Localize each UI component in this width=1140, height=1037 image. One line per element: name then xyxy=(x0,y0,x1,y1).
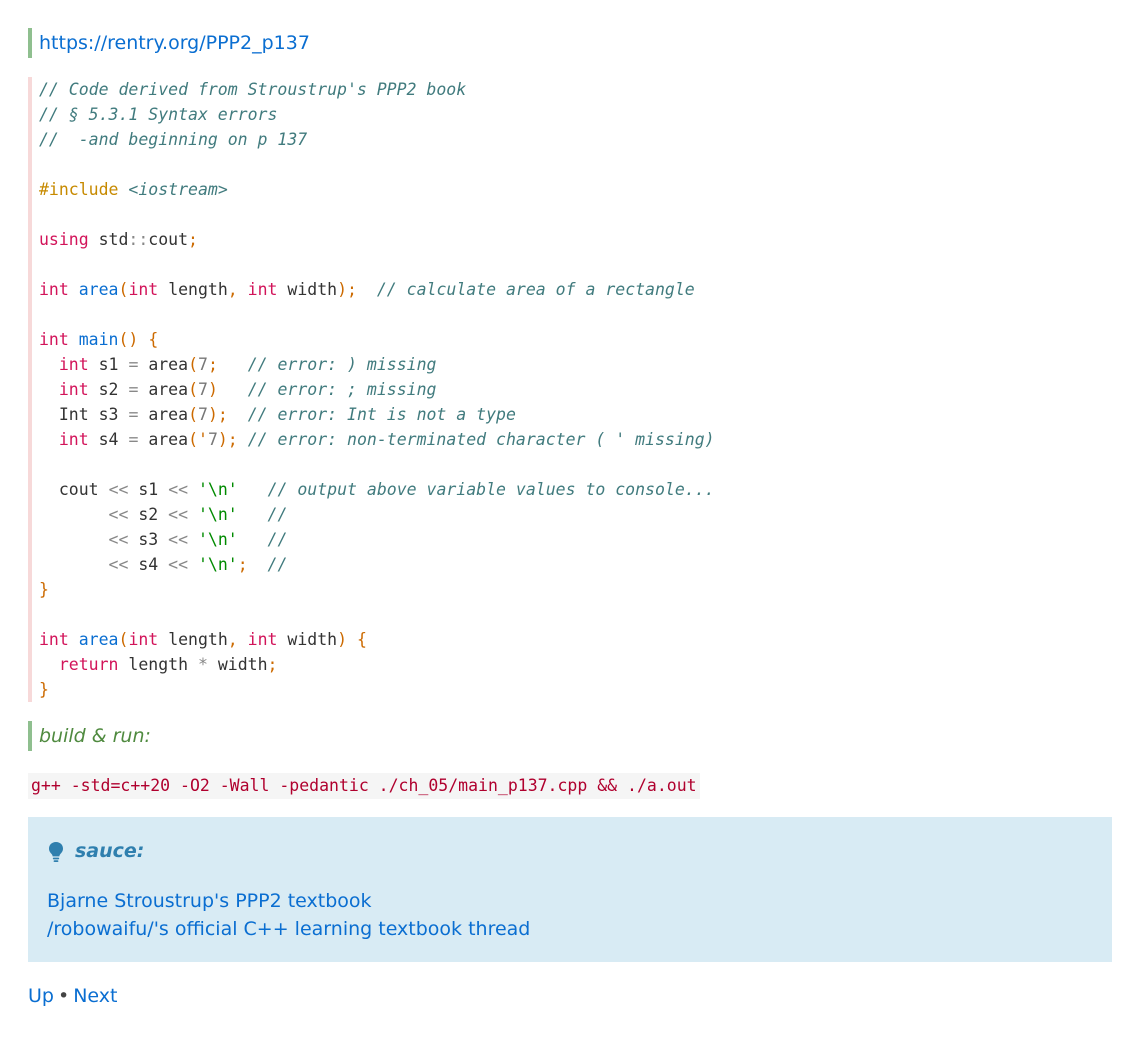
var-s1: s1 xyxy=(138,480,159,499)
var-s2: s2 xyxy=(98,380,119,399)
function-area: area xyxy=(78,630,119,649)
param-length: length xyxy=(168,280,228,299)
nav-next-link[interactable]: Next xyxy=(73,985,117,1007)
var-s3: s3 xyxy=(98,405,119,424)
newline-literal: '\n' xyxy=(197,505,238,524)
type-Int: Int xyxy=(58,405,89,424)
page-nav: Up • Next xyxy=(28,982,117,1010)
code-listing: // Code derived from Stroustrup's PPP2 b… xyxy=(39,80,715,699)
keyword-int: int xyxy=(39,330,69,349)
keyword-int: int xyxy=(247,280,278,299)
var-s4: s4 xyxy=(138,555,159,574)
keyword-using: using xyxy=(39,230,89,249)
sauce-title: sauce: xyxy=(47,837,144,865)
link-ppp2-textbook[interactable]: Bjarne Stroustrup's PPP2 textbook xyxy=(47,887,530,915)
param-width: width xyxy=(287,630,338,649)
include-header: <iostream> xyxy=(128,180,228,199)
nav-separator: • xyxy=(57,985,70,1007)
code-comment: // Code derived from Stroustrup's PPP2 b… xyxy=(39,80,467,99)
call-area: area xyxy=(148,405,189,424)
sauce-callout: sauce: Bjarne Stroustrup's PPP2 textbook… xyxy=(28,817,1112,962)
param-width: width xyxy=(287,280,338,299)
source-link[interactable]: https://rentry.org/PPP2_p137 xyxy=(39,32,310,54)
number-literal: 7 xyxy=(198,405,208,424)
keyword-int: int xyxy=(58,380,89,399)
build-run-quote: build & run: xyxy=(28,721,1119,751)
link-textbook-thread[interactable]: /robowaifu/'s official C++ learning text… xyxy=(47,915,530,943)
code-comment: // output above variable values to conso… xyxy=(267,480,715,499)
scope-operator: :: xyxy=(128,230,149,249)
build-command: g++ -std=c++20 -O2 -Wall -pedantic ./ch_… xyxy=(28,773,700,799)
var-s1: s1 xyxy=(98,355,119,374)
call-area: area xyxy=(148,430,189,449)
keyword-return: return xyxy=(58,655,119,674)
keyword-int: int xyxy=(128,280,159,299)
param-width: width xyxy=(217,655,268,674)
code-comment: // -and beginning on p 137 xyxy=(39,130,308,149)
code-comment: // calculate area of a rectangle xyxy=(376,280,695,299)
newline-literal: '\n' xyxy=(198,480,238,499)
code-block: // Code derived from Stroustrup's PPP2 b… xyxy=(28,77,1116,702)
error-comment: // error: ; missing xyxy=(247,380,437,399)
lightbulb-icon xyxy=(49,842,63,862)
var-s3: s3 xyxy=(138,530,159,549)
call-area: area xyxy=(148,355,189,374)
newline-literal: '\n' xyxy=(197,555,238,574)
newline-literal: '\n' xyxy=(197,530,238,549)
cout-name: cout xyxy=(148,230,189,249)
error-comment: // error: ) missing xyxy=(247,355,437,374)
cout-stream: cout xyxy=(58,480,99,499)
number-literal: 7 xyxy=(207,430,218,449)
code-comment: // xyxy=(267,530,288,549)
var-s2: s2 xyxy=(138,505,159,524)
build-run-label: build & run: xyxy=(39,725,151,747)
function-main: main xyxy=(78,330,119,349)
code-comment: // xyxy=(267,555,288,574)
function-area: area xyxy=(78,280,119,299)
keyword-int: int xyxy=(247,630,278,649)
sauce-label: sauce: xyxy=(75,840,145,862)
number-literal: 7 xyxy=(198,355,208,374)
keyword-int: int xyxy=(39,280,69,299)
include-directive: #include xyxy=(39,180,119,199)
source-link-quote: https://rentry.org/PPP2_p137 xyxy=(28,28,1119,58)
nav-up-link[interactable]: Up xyxy=(28,985,54,1007)
code-comment: // xyxy=(267,505,288,524)
keyword-int: int xyxy=(58,430,89,449)
error-comment: // error: non-terminated character ( ' m… xyxy=(247,430,715,449)
sauce-links: Bjarne Stroustrup's PPP2 textbook /robow… xyxy=(47,887,530,943)
code-comment: // § 5.3.1 Syntax errors xyxy=(39,105,278,124)
keyword-int: int xyxy=(58,355,89,374)
keyword-int: int xyxy=(39,630,69,649)
param-length: length xyxy=(128,655,189,674)
param-length: length xyxy=(168,630,228,649)
var-s4: s4 xyxy=(98,430,119,449)
number-literal: 7 xyxy=(198,380,208,399)
error-comment: // error: Int is not a type xyxy=(247,405,516,424)
call-area: area xyxy=(148,380,189,399)
namespace-std: std xyxy=(98,230,129,249)
keyword-int: int xyxy=(128,630,159,649)
